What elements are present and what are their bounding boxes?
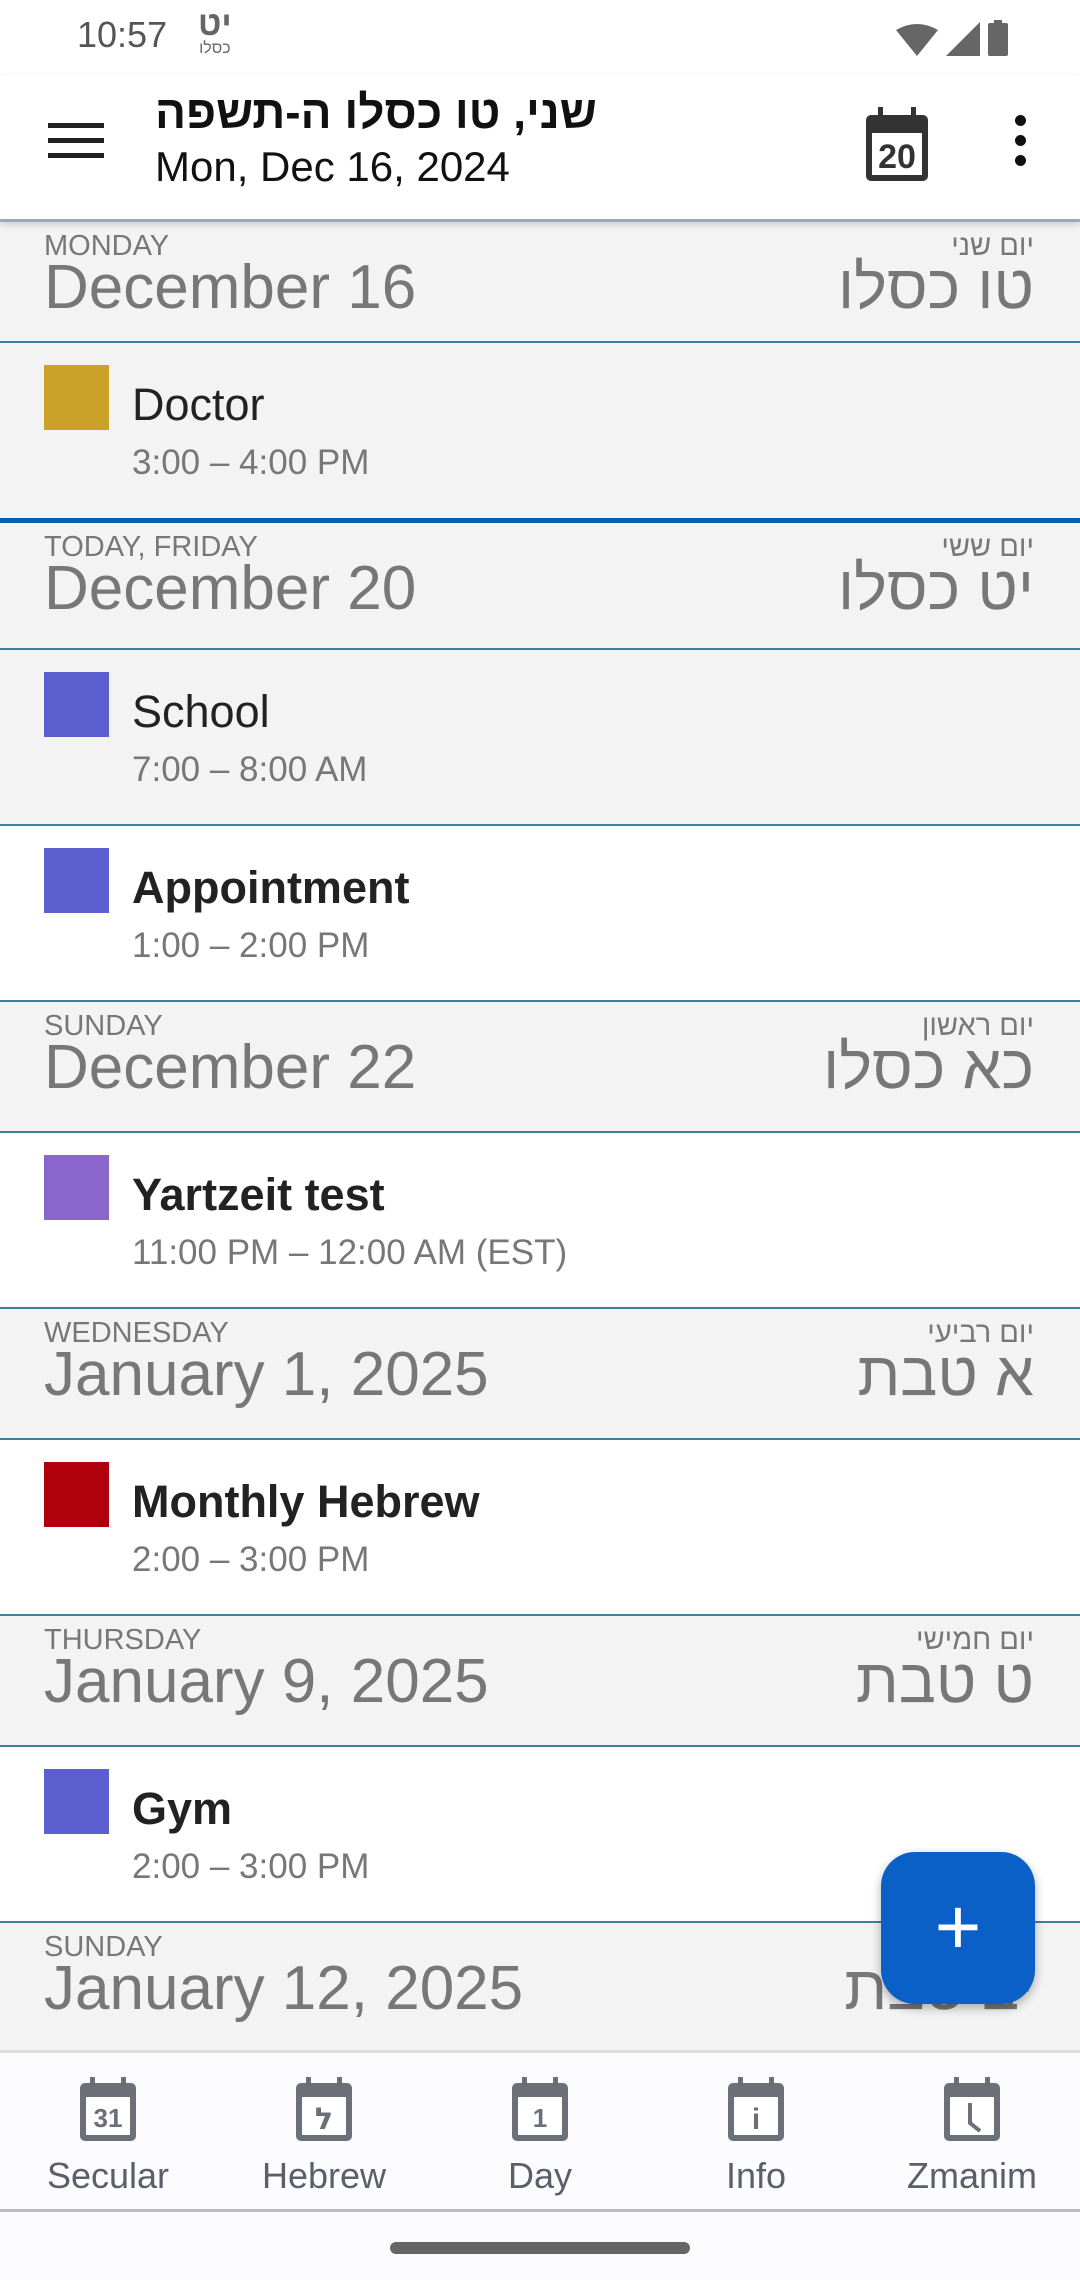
battery-icon [988, 20, 1008, 56]
tab-label: Info [725, 2155, 787, 2196]
tab-label: Hebrew [261, 2155, 387, 2196]
day-date: January 9, 2025 [44, 1647, 489, 1716]
hebrew-calendar-icon: ל [296, 2077, 352, 2141]
event-title: School [132, 686, 270, 737]
wifi-icon [896, 24, 938, 56]
hebrew-date-notification-icon: יט כסלו [198, 5, 232, 58]
day-header: WEDNESDAY January 1, 2025 יום רביעי א טב… [0, 1309, 1080, 1440]
svg-text:i: i [752, 2103, 760, 2136]
event-item[interactable]: Monthly Hebrew 2:00 – 3:00 PM [0, 1440, 1080, 1616]
event-color-swatch [44, 848, 109, 913]
calendar-info-icon: i [728, 2077, 784, 2141]
day-date: January 1, 2025 [44, 1340, 489, 1409]
tab-secular[interactable]: 31 Secular [0, 2053, 216, 2209]
day-header: THURSDAY January 9, 2025 יום חמישי ט טבת [0, 1616, 1080, 1747]
menu-icon[interactable] [48, 123, 104, 167]
hebrew-day-date: יט כסלו [838, 554, 1034, 623]
status-bar: 10:57 יט כסלו [0, 0, 1080, 75]
event-time: 2:00 – 3:00 PM [132, 1847, 370, 1886]
hebrew-month: כסלו [199, 40, 231, 57]
event-color-swatch [44, 1769, 109, 1834]
event-color-swatch [44, 672, 109, 737]
day-header-today: TODAY, FRIDAY December 20 יום ששי יט כסל… [0, 523, 1080, 650]
event-title: Appointment [132, 862, 410, 913]
day-date: December 16 [44, 253, 417, 322]
home-indicator[interactable] [390, 2242, 690, 2254]
svg-text:ל: ל [315, 2102, 333, 2137]
today-number: 20 [878, 138, 916, 176]
signal-icon [946, 22, 980, 56]
svg-text:1: 1 [533, 2103, 547, 2133]
event-title: Monthly Hebrew [132, 1476, 480, 1527]
day-date: December 22 [44, 1033, 417, 1102]
hebrew-day-date: ט טבת [855, 1647, 1034, 1716]
event-time: 2:00 – 3:00 PM [132, 1540, 370, 1579]
calendar-month-icon: 31 [80, 2077, 136, 2141]
bottom-navigation: 31 Secular ל Hebrew 1 Day i Info Zmanim [0, 2050, 1080, 2212]
tab-zmanim[interactable]: Zmanim [864, 2053, 1080, 2209]
hebrew-date-title: שני, טו כסלו ה-תשפה [155, 86, 597, 138]
event-item[interactable]: Yartzeit test 11:00 PM – 12:00 AM (EST) [0, 1133, 1080, 1309]
day-date: December 20 [44, 554, 417, 623]
event-time: 7:00 – 8:00 AM [132, 750, 368, 789]
add-event-button[interactable]: + [881, 1852, 1035, 2004]
day-header: SUNDAY December 22 יום ראשון כא כסלו [0, 1002, 1080, 1133]
tab-label: Secular [46, 2155, 170, 2196]
event-title: Doctor [132, 379, 265, 430]
hebrew-day: יט [198, 5, 232, 43]
more-options-icon[interactable] [1005, 115, 1035, 175]
gesture-bar [0, 2212, 1080, 2280]
event-title: Gym [132, 1783, 233, 1834]
event-item[interactable]: Doctor 3:00 – 4:00 PM [0, 343, 1080, 518]
tab-day[interactable]: 1 Day [432, 2053, 648, 2209]
tab-info[interactable]: i Info [648, 2053, 864, 2209]
secular-date-subtitle: Mon, Dec 16, 2024 [155, 143, 510, 190]
calendar-today-icon: 20 [866, 107, 928, 181]
hebrew-day-date: טו כסלו [838, 253, 1034, 322]
event-color-swatch [44, 365, 109, 430]
event-time: 3:00 – 4:00 PM [132, 443, 370, 482]
clock: 10:57 [77, 14, 168, 55]
event-title: Yartzeit test [132, 1169, 385, 1220]
calendar-day-icon: 1 [512, 2077, 568, 2141]
calendar-clock-icon [944, 2077, 1000, 2141]
event-color-swatch [44, 1155, 109, 1220]
event-time: 1:00 – 2:00 PM [132, 926, 370, 965]
hebrew-day-date: כא כסלו [823, 1033, 1034, 1102]
event-item[interactable]: Appointment 1:00 – 2:00 PM [0, 826, 1080, 1002]
hebrew-day-date: א טבת [857, 1340, 1034, 1409]
tab-label: Day [507, 2155, 573, 2196]
day-date: January 12, 2025 [44, 1954, 524, 2023]
app-bar: שני, טו כסלו ה-תשפה Mon, Dec 16, 2024 20 [0, 75, 1080, 222]
event-item[interactable]: School 7:00 – 8:00 AM [0, 650, 1080, 826]
event-time: 11:00 PM – 12:00 AM (EST) [132, 1233, 568, 1272]
event-color-swatch [44, 1462, 109, 1527]
agenda-list[interactable]: MONDAY December 16 יום שני טו כסלו Docto… [0, 222, 1080, 2054]
day-header: MONDAY December 16 יום שני טו כסלו [0, 222, 1080, 343]
go-to-today-button[interactable]: 20 [864, 107, 930, 183]
tab-label: Zmanim [906, 2155, 1037, 2196]
svg-text:31: 31 [94, 2103, 123, 2133]
tab-hebrew[interactable]: ל Hebrew [216, 2053, 432, 2209]
